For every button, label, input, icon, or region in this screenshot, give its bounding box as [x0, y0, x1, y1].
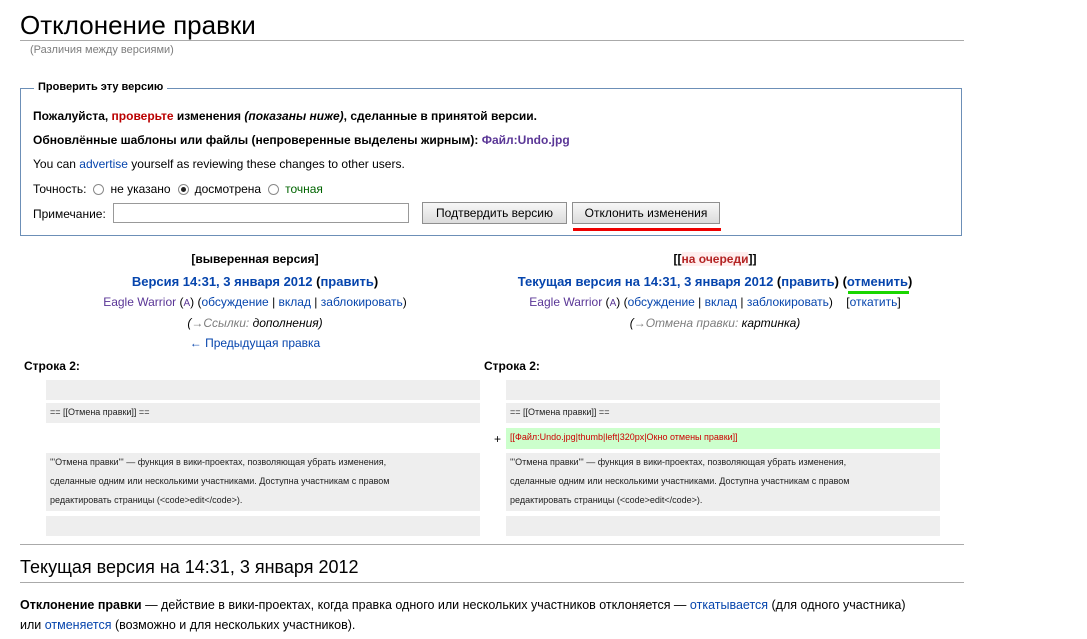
new-talk-link[interactable]: обсуждение: [628, 295, 695, 309]
diff-paragraph-line: редактировать страницы (<code>edit</code…: [510, 495, 703, 505]
old-summary: (→Ссылки: дополнения): [187, 316, 323, 330]
page-title: Отклонение правки: [20, 10, 256, 40]
review-link[interactable]: проверьте: [112, 109, 174, 123]
old-contribs-link[interactable]: вклад: [279, 295, 311, 309]
diff-paragraph-line: '''Отмена правки''' — функция в вики-про…: [510, 457, 847, 467]
new-user-link[interactable]: Eagle Warrior: [529, 295, 602, 309]
accuracy-radio-accurate[interactable]: [268, 183, 280, 195]
diff-paragraph-line: сделанные одним или несколькими участник…: [510, 476, 850, 486]
diff-context-paragraph: '''Отмена правки''' — функция в вики-про…: [506, 453, 940, 511]
article-body: Отклонение правки — действие в вики-прое…: [20, 595, 964, 635]
current-version-heading: Текущая версия на 14:31, 3 января 2012: [20, 557, 359, 577]
user-badge-icon: A: [609, 298, 617, 309]
accuracy-option-label: досмотрена: [194, 182, 262, 196]
article-bold-term: Отклонение правки: [20, 598, 142, 612]
reject-highlight-underline: [573, 228, 721, 231]
instructions-text: изменения: [173, 109, 245, 123]
page-subtitle: (Различия между версиями): [30, 44, 174, 56]
new-edit-link[interactable]: править: [781, 274, 834, 289]
old-line-number: Строка 2:: [24, 359, 80, 373]
article-text: — действие в вики-проектах, когда правка…: [141, 598, 690, 612]
accuracy-radio-unspecified[interactable]: [93, 183, 105, 195]
old-revision-line: Версия 14:31, 3 января 2012 (править): [131, 274, 379, 289]
review-instructions: Пожалуйста, проверьте изменения (показан…: [33, 109, 537, 123]
advertise-link[interactable]: advertise: [79, 157, 128, 171]
accuracy-row: Точность: не указано досмотрена точная: [33, 182, 323, 196]
user-badge-icon: A: [183, 298, 191, 309]
diff-context-heading: == [[Отмена правки]] ==: [506, 403, 940, 423]
diff-context-blank: [506, 516, 940, 536]
accuracy-label: Точность:: [33, 182, 87, 196]
old-summary-section-link[interactable]: →Ссылки:: [191, 316, 249, 330]
new-contribs-link[interactable]: вклад: [705, 295, 737, 309]
diff-context-blank: [506, 380, 940, 400]
diff-bottom-divider: [20, 544, 964, 545]
rollback-link[interactable]: откатить: [850, 295, 898, 309]
diff-paragraph-line: сделанные одним или несколькими участник…: [50, 476, 390, 486]
current-revision-link[interactable]: Текущая версия на 14:31, 3 января 2012: [518, 274, 774, 289]
old-block-link[interactable]: заблокировать: [321, 295, 403, 309]
new-revision-line: Текущая версия на 14:31, 3 января 2012 (…: [517, 274, 913, 289]
approve-button[interactable]: Подтвердить версию: [422, 202, 567, 224]
diff-paragraph-line: редактировать страницы (<code>edit</code…: [50, 495, 243, 505]
instructions-italic: (показаны ниже): [244, 109, 344, 123]
accuracy-radio-sighted[interactable]: [177, 183, 189, 195]
pending-status: на очереди: [681, 252, 749, 266]
old-edit-link[interactable]: править: [320, 274, 373, 289]
article-text: (для одного участника): [768, 598, 906, 612]
new-line-number: Строка 2:: [484, 359, 540, 373]
old-talk-link[interactable]: обсуждение: [201, 295, 268, 309]
diff-context-blank: [46, 380, 480, 400]
accuracy-option-label: не указано: [110, 182, 171, 196]
instructions-text: Пожалуйста,: [33, 109, 112, 123]
pending-bracket: [[: [673, 252, 682, 266]
prev-edit-line: ← Предыдущая правка: [20, 336, 490, 350]
heading-divider: [20, 582, 964, 583]
rollback-article-link[interactable]: откатывается: [690, 598, 768, 612]
diff-context-paragraph: '''Отмена правки''' — функция в вики-про…: [46, 453, 480, 511]
updated-templates-line: Обновлённые шаблоны или файлы (непровере…: [33, 133, 570, 147]
old-user-link[interactable]: Eagle Warrior: [103, 295, 176, 309]
diff-plus-marker: +: [494, 432, 502, 446]
old-summary-text: дополнения: [252, 316, 319, 330]
advertise-text: yourself as reviewing these changes to o…: [127, 157, 405, 171]
old-status: [выверенная версия]: [191, 252, 319, 266]
note-label: Примечание:: [33, 207, 106, 221]
new-user-line: Eagle Warrior (A) (обсуждение | вклад | …: [529, 295, 901, 309]
diff-context-heading: == [[Отмена правки]] ==: [46, 403, 480, 423]
pending-bracket: ]]: [748, 252, 757, 266]
file-undo-link[interactable]: Файл:Undo.jpg: [482, 133, 570, 147]
reject-button[interactable]: Отклонить изменения: [572, 202, 720, 224]
new-status: [[на очереди]]: [480, 252, 950, 266]
updated-templates-text: Обновлённые шаблоны или файлы (непровере…: [33, 133, 482, 147]
title-divider: [20, 40, 964, 41]
diff-context-blank: [46, 516, 480, 536]
new-summary-text: картинка: [741, 316, 797, 330]
diff-paragraph-line: '''Отмена правки''' — функция в вики-про…: [50, 457, 387, 467]
advertise-line: You can advertise yourself as reviewing …: [33, 157, 405, 171]
accuracy-option-label: точная: [285, 182, 323, 196]
new-summary: (→Отмена правки: картинка): [629, 316, 801, 330]
new-block-link[interactable]: заблокировать: [747, 295, 829, 309]
diff-added-line: [[Файл:Undo.jpg|thumb|left|320px|Окно от…: [506, 428, 940, 449]
review-legend: Проверить эту версию: [34, 81, 168, 93]
undo-article-link[interactable]: отменяется: [45, 618, 112, 632]
new-summary-section-link[interactable]: →Отмена правки:: [634, 316, 739, 330]
undo-highlight-underline: [848, 291, 909, 294]
advertise-text: You can: [33, 157, 80, 171]
old-revision-link[interactable]: Версия 14:31, 3 января 2012: [132, 274, 313, 289]
note-input[interactable]: [113, 203, 409, 223]
previous-edit-link[interactable]: ← Предыдущая правка: [190, 336, 320, 350]
old-user-line: Eagle Warrior (A) (обсуждение | вклад | …: [103, 295, 407, 309]
article-text: (возможно и для нескольких участников).: [111, 618, 356, 632]
instructions-text: , сделанные в принятой версии.: [343, 109, 537, 123]
article-text: или: [20, 618, 45, 632]
undo-link[interactable]: отменить: [847, 274, 908, 289]
